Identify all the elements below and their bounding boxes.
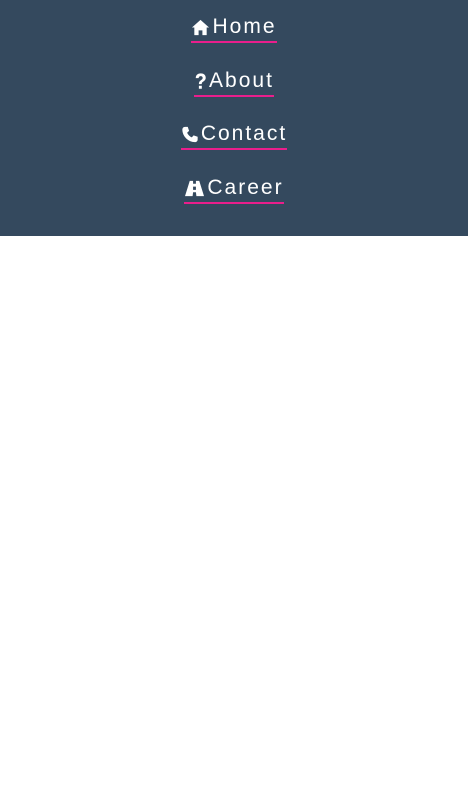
nav-item-home: Home (0, 15, 468, 55)
nav-label-about: About (209, 69, 274, 92)
nav-item-contact: Contact (0, 122, 468, 162)
nav-link-contact[interactable]: Contact (180, 122, 288, 150)
phone-icon (181, 125, 199, 144)
home-icon (191, 18, 210, 37)
main-navigation: Home About Contact Career (0, 0, 468, 236)
page-content (0, 236, 468, 793)
nav-item-career: Career (0, 176, 468, 216)
nav-link-career[interactable]: Career (184, 176, 284, 204)
road-icon (184, 179, 205, 198)
nav-label-career: Career (207, 176, 284, 199)
nav-link-about[interactable]: About (194, 69, 274, 97)
question-icon (194, 72, 207, 91)
nav-label-contact: Contact (200, 122, 288, 145)
nav-item-about: About (0, 69, 468, 109)
nav-label-home: Home (212, 15, 277, 38)
nav-link-home[interactable]: Home (191, 15, 277, 43)
